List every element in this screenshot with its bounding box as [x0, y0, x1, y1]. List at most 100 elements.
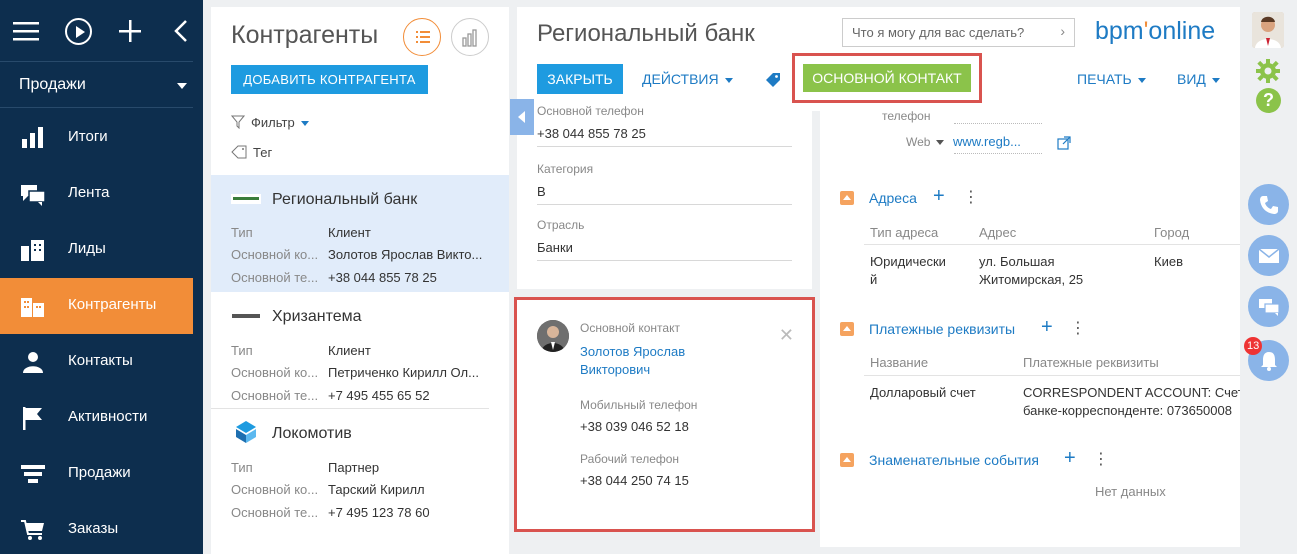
list-item-account[interactable]: Хризантема Тип Клиент Основной ко... Петри…: [211, 292, 509, 409]
nav-item-sales[interactable]: Продажи: [0, 446, 193, 502]
actions-menu-button[interactable]: ДЕЙСТВИЯ: [642, 71, 733, 87]
chevron-down-icon: [724, 77, 733, 83]
table-cell[interactable]: Долларовый счет: [870, 384, 976, 402]
phone-button[interactable]: [1248, 184, 1289, 225]
nav-item-label: Продажи: [68, 464, 131, 481]
collapse-section-icon[interactable]: [840, 322, 854, 336]
industry-field[interactable]: Отрасль Банки: [537, 218, 792, 261]
bell-icon: [1260, 351, 1277, 371]
analytics-view-button[interactable]: [451, 18, 489, 56]
list-title: Контрагенты: [231, 21, 379, 49]
field-label: Основной ко...: [231, 365, 319, 380]
field-label: телефон: [882, 111, 931, 123]
web-type-select[interactable]: Web: [906, 133, 945, 151]
list-view-button[interactable]: [403, 18, 441, 56]
company-logo-icon: [236, 421, 256, 443]
web-link[interactable]: www.regb...: [953, 133, 1021, 151]
chevron-right-icon[interactable]: ›: [1060, 23, 1065, 39]
mobile-phone-value[interactable]: +38 039 046 52 18: [580, 419, 689, 434]
field-value: Тарский Кирилл: [328, 482, 425, 497]
list-item-account[interactable]: Локомотив Тип Партнер Основной ко... Тарск…: [211, 409, 509, 526]
close-button[interactable]: ЗАКРЫТЬ: [537, 64, 623, 94]
field-value[interactable]: +38 044 855 78 25: [537, 126, 792, 147]
more-options-icon[interactable]: ⋮: [1093, 449, 1109, 469]
play-icon[interactable]: [61, 14, 95, 48]
menu-icon[interactable]: [9, 14, 43, 48]
table-cell[interactable]: Киев: [1154, 253, 1183, 271]
external-link-icon[interactable]: [1057, 136, 1071, 150]
tag-icon[interactable]: [765, 72, 781, 88]
divider: [954, 123, 1042, 124]
field-label: Основной те...: [231, 505, 319, 520]
user-avatar[interactable]: [1252, 12, 1284, 48]
field-value[interactable]: Банки: [537, 240, 792, 261]
more-options-icon[interactable]: ⋮: [963, 187, 979, 207]
nav-item-contacts[interactable]: Контакты: [0, 334, 193, 390]
plus-icon[interactable]: [113, 14, 147, 48]
nav-item-totals[interactable]: Итоги: [0, 110, 193, 166]
view-menu-button[interactable]: ВИД: [1177, 71, 1220, 87]
field-value: +38 044 855 78 25: [328, 270, 437, 285]
add-account-button[interactable]: ДОБАВИТЬ КОНТРАГЕНТА: [231, 65, 428, 94]
main-contact-highlight: ОСНОВНОЙ КОНТАКТ: [792, 53, 982, 103]
command-search-input[interactable]: Что я могу для вас сделать? ›: [842, 18, 1075, 47]
nav-item-leads[interactable]: Лиды: [0, 222, 193, 278]
tag-button[interactable]: Тег: [231, 145, 272, 160]
nav-item-orders[interactable]: Заказы: [0, 502, 193, 554]
field-label: Тип: [231, 460, 253, 475]
column-header: Платежные реквизиты: [1023, 355, 1159, 370]
add-event-icon[interactable]: +: [1064, 447, 1076, 470]
table-cell[interactable]: ул. Большая Житомирская, 25: [979, 253, 1083, 289]
section-title-events[interactable]: Знаменательные события: [869, 452, 1039, 468]
list-item-account[interactable]: Региональный банк Тип Клиент Основной ко.…: [211, 175, 509, 292]
work-phone-label: Рабочий телефон: [580, 452, 680, 466]
gear-icon[interactable]: [1255, 58, 1281, 84]
help-icon[interactable]: ?: [1256, 88, 1281, 113]
nav-item-feed[interactable]: Лента: [0, 166, 193, 222]
page-header: Региональный банк Что я могу для вас сде…: [517, 7, 1240, 111]
chat-button[interactable]: [1248, 286, 1289, 327]
tag-label: Тег: [253, 145, 273, 160]
nav-item-accounts[interactable]: Контрагенты: [0, 278, 193, 334]
main-contact-label: Основной контакт: [580, 321, 680, 335]
section-title-payments[interactable]: Платежные реквизиты: [869, 321, 1015, 337]
list-icon: [416, 31, 430, 43]
print-menu-button[interactable]: ПЕЧАТЬ: [1077, 71, 1146, 87]
section-title-addresses[interactable]: Адреса: [869, 190, 917, 206]
field-value: Петриченко Кирилл Ол...: [328, 365, 479, 380]
field-value: Партнер: [328, 460, 380, 475]
nav-edge: [193, 0, 203, 554]
workspace-selector[interactable]: Продажи: [0, 62, 203, 108]
collapse-panel-button[interactable]: [510, 99, 534, 135]
close-icon[interactable]: ✕: [779, 325, 794, 346]
collapse-section-icon[interactable]: [840, 191, 854, 205]
leads-icon: [21, 240, 44, 261]
add-payment-icon[interactable]: +: [1041, 316, 1053, 339]
category-field[interactable]: Категория B: [537, 162, 792, 205]
main-contact-button[interactable]: ОСНОВНОЙ КОНТАКТ: [803, 64, 971, 92]
field-value[interactable]: B: [537, 184, 792, 205]
feed-icon: [21, 185, 46, 206]
column-header: Адрес: [979, 225, 1017, 240]
collapse-section-icon[interactable]: [840, 453, 854, 467]
main-contact-link[interactable]: Золотов Ярослав Викторович: [580, 343, 730, 379]
email-button[interactable]: [1248, 235, 1289, 276]
email-icon: [1258, 247, 1279, 263]
filter-button[interactable]: Фильтр: [230, 115, 309, 130]
field-value: Клиент: [328, 225, 371, 240]
more-options-icon[interactable]: ⋮: [1070, 318, 1086, 338]
add-address-icon[interactable]: +: [933, 185, 945, 208]
accounts-icon: [21, 298, 44, 317]
table-cell[interactable]: Юридически й: [870, 253, 946, 289]
work-phone-value[interactable]: +38 044 250 74 15: [580, 473, 689, 488]
nav-item-activities[interactable]: Активности: [0, 390, 193, 446]
field-label: Отрасль: [537, 218, 585, 232]
main-phone-field[interactable]: Основной телефон +38 044 855 78 25: [537, 104, 792, 147]
field-label: Категория: [537, 162, 594, 176]
table-cell[interactable]: CORRESPONDENT ACCOUNT: Счет б банке-корре…: [1023, 384, 1240, 420]
nav-item-label: Контакты: [68, 352, 133, 369]
chevron-down-icon: [936, 140, 945, 146]
field-label: Основной ко...: [231, 247, 319, 262]
field-label: Основной те...: [231, 388, 319, 403]
filter-label: Фильтр: [251, 115, 295, 130]
